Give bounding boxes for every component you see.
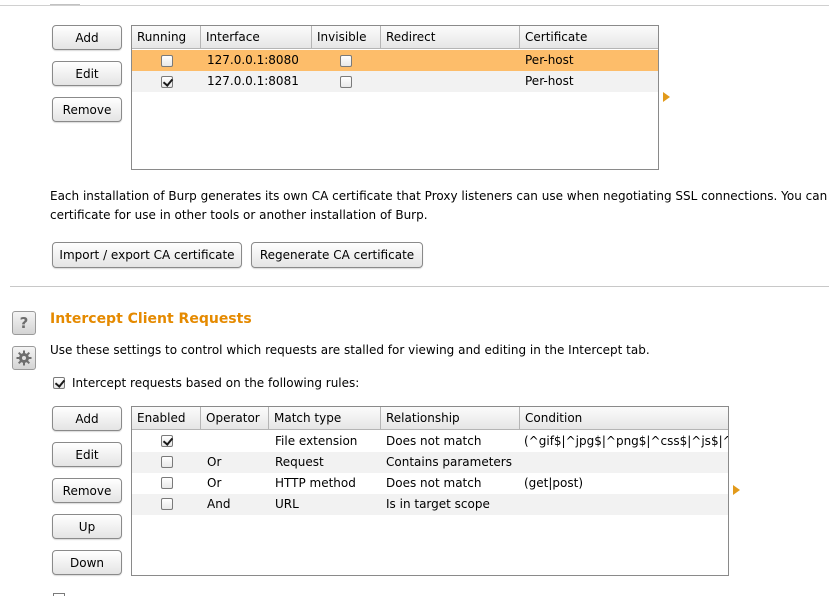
edit-listener-button[interactable]: Edit (52, 61, 122, 86)
listeners-table-header: Running Interface Invisible Redirect Cer… (132, 26, 658, 49)
help-button[interactable]: ? (12, 311, 36, 335)
condition-cell: (get|post) (524, 476, 584, 490)
rule-enabled-checkbox[interactable] (161, 435, 173, 447)
move-rule-up-button[interactable]: Up (52, 514, 122, 539)
remove-listener-button[interactable]: Remove (52, 97, 122, 122)
rule-enabled-checkbox[interactable] (161, 498, 173, 510)
certificate-cell: Per-host (525, 74, 574, 88)
column-header-relationship[interactable]: Relationship (381, 407, 520, 429)
triangle-right-icon[interactable] (663, 92, 670, 102)
section-divider (10, 286, 829, 287)
match-type-cell: HTTP method (275, 476, 356, 490)
ca-description-line1: Each installation of Burp generates its … (50, 189, 829, 203)
running-checkbox[interactable] (161, 55, 173, 67)
match-type-cell: File extension (275, 434, 358, 448)
intercept-rules-checkbox[interactable] (53, 377, 65, 389)
remove-rule-button[interactable]: Remove (52, 478, 122, 503)
import-export-ca-button[interactable]: Import / export CA certificate (52, 242, 242, 268)
add-rule-button[interactable]: Add (52, 406, 122, 431)
top-section-divider (0, 5, 829, 6)
ca-description-line2: certificate for use in other tools or an… (50, 208, 428, 222)
table-row[interactable]: And URL Is in target scope (132, 494, 728, 515)
intercept-rules-label[interactable]: Intercept requests based on the followin… (72, 376, 359, 390)
gear-icon (16, 350, 32, 366)
column-header-match-type[interactable]: Match type (269, 407, 381, 429)
column-header-redirect[interactable]: Redirect (381, 26, 520, 48)
column-header-condition[interactable]: Condition (520, 407, 728, 429)
relationship-cell: Contains parameters (386, 455, 512, 469)
invisible-checkbox[interactable] (340, 76, 352, 88)
relationship-cell: Does not match (386, 434, 482, 448)
table-row[interactable]: File extension Does not match (^gif$|^jp… (132, 431, 728, 452)
condition-cell: (^gif$|^jpg$|^png$|^css$|^js$|^ico$) (524, 434, 728, 448)
intercept-rules-table[interactable]: Enabled Operator Match type Relationship… (131, 406, 729, 576)
table-row[interactable]: Or HTTP method Does not match (get|post) (132, 473, 728, 494)
listeners-table[interactable]: Running Interface Invisible Redirect Cer… (131, 25, 659, 170)
move-rule-down-button[interactable]: Down (52, 550, 122, 575)
column-header-operator[interactable]: Operator (201, 407, 269, 429)
rule-enabled-checkbox[interactable] (161, 456, 173, 468)
match-type-cell: URL (275, 497, 299, 511)
rule-enabled-checkbox[interactable] (161, 477, 173, 489)
running-checkbox[interactable] (161, 76, 173, 88)
column-header-running[interactable]: Running (132, 26, 201, 48)
operator-cell: And (207, 497, 231, 511)
table-row[interactable]: Or Request Contains parameters (132, 452, 728, 473)
relationship-cell: Is in target scope (386, 497, 490, 511)
relationship-cell: Does not match (386, 476, 482, 490)
interface-cell: 127.0.0.1:8080 (207, 53, 299, 67)
rules-table-header: Enabled Operator Match type Relationship… (132, 407, 728, 430)
column-header-certificate[interactable]: Certificate (520, 26, 658, 48)
interface-cell: 127.0.0.1:8081 (207, 74, 299, 88)
column-header-enabled[interactable]: Enabled (132, 407, 201, 429)
operator-cell: Or (207, 455, 222, 469)
match-type-cell: Request (275, 455, 324, 469)
table-row[interactable]: 127.0.0.1:8081 Per-host (132, 71, 658, 92)
edit-rule-button[interactable]: Edit (52, 442, 122, 467)
clipped-heading-fragment (50, 0, 80, 5)
certificate-cell: Per-host (525, 53, 574, 67)
invisible-checkbox[interactable] (340, 55, 352, 67)
triangle-right-icon[interactable] (733, 485, 740, 495)
add-listener-button[interactable]: Add (52, 25, 122, 50)
help-icon: ? (19, 314, 29, 332)
settings-button[interactable] (12, 346, 36, 370)
intercept-section-title: Intercept Client Requests (50, 311, 252, 327)
intercept-description: Use these settings to control which requ… (50, 343, 650, 357)
operator-cell: Or (207, 476, 222, 490)
column-header-invisible[interactable]: Invisible (312, 26, 381, 48)
column-header-interface[interactable]: Interface (201, 26, 312, 48)
table-row[interactable]: 127.0.0.1:8080 Per-host (132, 50, 658, 71)
regenerate-ca-button[interactable]: Regenerate CA certificate (251, 242, 423, 268)
